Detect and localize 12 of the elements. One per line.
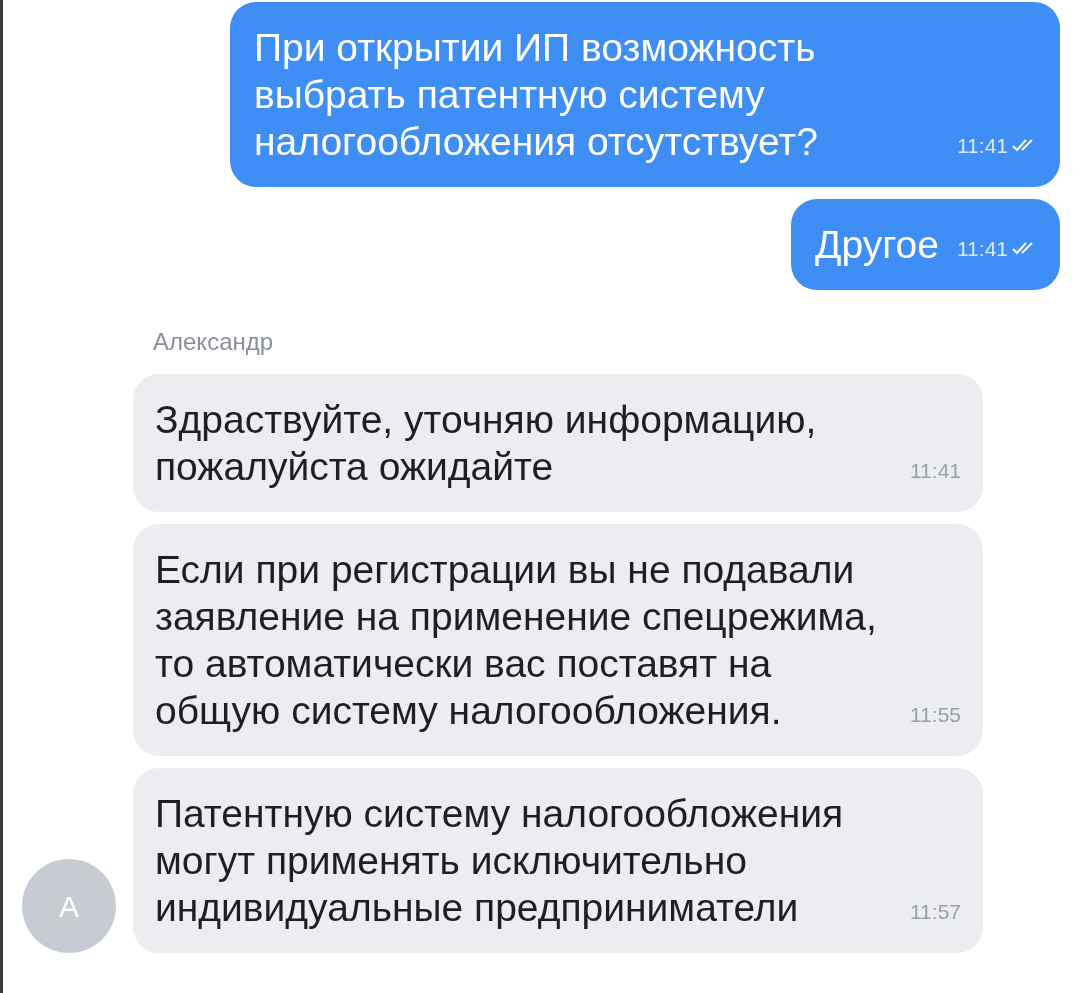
message-text: Другое: [815, 222, 939, 268]
avatar[interactable]: А: [22, 859, 116, 953]
message-time: 11:41: [957, 235, 1008, 262]
message-text: Патентную систему налогообложения могут применять исключительно индивидуальные предприниматели: [155, 791, 845, 931]
message-time: 11:41: [910, 457, 961, 484]
message-text: Здраствуйте, уточняю информацию, пожалуйста ожидайте: [155, 397, 818, 490]
message-time: 11:55: [910, 701, 961, 728]
message-text: Если при регистрации вы не подавали заявление на применение спецрежима, то автоматически вас поставят на общую систему налогообложения.: [155, 547, 878, 734]
message-time: 11:41: [957, 132, 1008, 159]
message-time: 11:57: [910, 898, 961, 925]
message-text: При открытии ИП возможность выбрать патентную систему налогообложения отсутствует?: [254, 25, 819, 165]
sender-name: Александр: [153, 328, 274, 355]
